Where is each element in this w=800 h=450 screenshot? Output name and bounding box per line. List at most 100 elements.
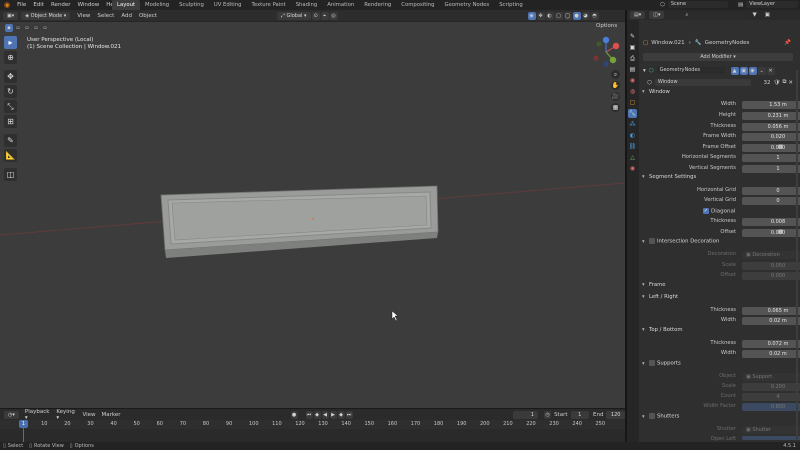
diagonal-checkbox[interactable]: ✓ Diagonal xyxy=(703,208,735,215)
view-menu-timeline[interactable]: View xyxy=(82,412,95,418)
tab-texture-paint[interactable]: Texture Paint xyxy=(247,0,291,10)
select-new-icon[interactable]: ▪ xyxy=(5,24,13,32)
tab-compositing[interactable]: Compositing xyxy=(396,0,439,10)
edit-mode-toggle-icon[interactable]: ▲ xyxy=(730,66,739,75)
scene-tab-icon[interactable]: ◉ xyxy=(628,76,637,85)
jump-end-icon[interactable]: ⏭ xyxy=(345,410,353,419)
next-key-icon[interactable]: ◆ xyxy=(337,410,345,419)
display-mode-icon[interactable]: ◫▾ xyxy=(649,11,665,19)
rendered-shading-icon[interactable]: ◓ xyxy=(590,11,599,20)
tab-uv-editing[interactable]: UV Editing xyxy=(209,0,247,10)
outliner-search-input[interactable]: ⌕ xyxy=(682,11,749,19)
tab-geometry-nodes[interactable]: Geometry Nodes xyxy=(440,0,495,10)
tab-animation[interactable]: Animation xyxy=(322,0,359,10)
collapse-icon[interactable]: ▾ xyxy=(643,68,646,74)
material-shading-icon[interactable]: ◕ xyxy=(581,11,590,20)
frame-offset-field[interactable]: 0.000 xyxy=(742,144,800,152)
pin-icon[interactable]: 📌 xyxy=(784,40,791,46)
attribute-toggle-icon[interactable]: ▦ xyxy=(778,144,783,150)
cursor-tool-icon[interactable]: ⊕ xyxy=(4,51,17,64)
scale-tool-icon[interactable]: ⤡ xyxy=(4,100,17,113)
tab-scripting[interactable]: Scripting xyxy=(494,0,528,10)
lr-width-field[interactable]: 0.02 m xyxy=(742,317,800,325)
node-group-name[interactable]: Window xyxy=(654,79,752,86)
jump-start-icon[interactable]: ⏮ xyxy=(305,410,313,419)
physics-tab-icon[interactable]: ◐ xyxy=(628,131,637,140)
material-tab-icon[interactable]: ◉ xyxy=(628,164,637,173)
seg-thickness-field[interactable]: 0.008 xyxy=(742,218,800,226)
decoration-field[interactable]: ▣ Decoration xyxy=(742,251,800,259)
rotate-tool-icon[interactable]: ↻ xyxy=(4,85,17,98)
outliner-editor-type-icon[interactable]: ▤▾ xyxy=(630,11,646,19)
hgrid-field[interactable]: 0 xyxy=(742,187,800,195)
select-menu[interactable]: Select xyxy=(97,13,114,19)
preview-range-icon[interactable]: ◷ xyxy=(544,410,552,419)
gizmo-icon[interactable]: ✥ xyxy=(536,11,545,20)
menu-file[interactable]: File xyxy=(17,2,26,8)
unlink-icon[interactable]: ✕ xyxy=(788,80,793,86)
modifier-name-field[interactable]: GeometryNodes xyxy=(656,67,725,74)
frame-width-field[interactable]: 0.020 xyxy=(742,133,800,141)
proportional-edit-icon[interactable]: ◎ xyxy=(329,11,338,20)
blender-logo-icon[interactable]: ◉ xyxy=(4,1,10,9)
add-modifier-button[interactable]: Add Modifier ▾ xyxy=(643,53,793,61)
node-group-users[interactable]: 32 xyxy=(753,80,770,86)
panel-intersection-decoration[interactable]: ▾ Intersection Decoration xyxy=(642,238,796,248)
timeline-editor-type-icon[interactable]: ◷▾ xyxy=(4,410,19,419)
current-frame-field[interactable]: 1 xyxy=(512,410,539,419)
height-field[interactable]: 0.231 m xyxy=(742,112,800,120)
menu-window[interactable]: Window xyxy=(78,2,100,8)
object-menu[interactable]: Object xyxy=(139,13,157,19)
visibility-icon[interactable]: ◉ xyxy=(527,11,536,20)
filter-icon[interactable]: ▼ xyxy=(752,12,756,18)
shutter-field[interactable]: ▣ Shutter xyxy=(742,426,800,434)
modifier-menu-icon[interactable]: ⌄ xyxy=(757,66,766,75)
panel-frame[interactable]: ▾ Frame xyxy=(642,282,796,292)
vgrid-field[interactable]: 0 xyxy=(742,197,800,205)
start-frame-field[interactable]: 1 xyxy=(570,410,589,419)
constraints-tab-icon[interactable]: ⛓ xyxy=(628,142,637,151)
width-factor-field[interactable]: 0.800 xyxy=(742,403,800,411)
fake-user-icon[interactable]: 🛡 xyxy=(773,80,780,86)
duplicate-icon[interactable]: ⧉ xyxy=(782,79,786,86)
solid-shading-icon[interactable]: ● xyxy=(572,11,581,20)
select-subtract-icon[interactable]: ▫ xyxy=(23,24,31,32)
vseg-field[interactable]: 1 xyxy=(742,165,800,173)
lr-thickness-field[interactable]: 0.065 m xyxy=(742,307,800,315)
shutters-checkbox[interactable] xyxy=(649,413,655,419)
playback-menu[interactable]: Playback ▾ xyxy=(25,409,50,421)
intersection-checkbox[interactable] xyxy=(649,238,655,244)
prev-key-icon[interactable]: ◆ xyxy=(313,410,321,419)
panel-shutters[interactable]: ▾ Shutters xyxy=(642,413,796,423)
support-object-field[interactable]: ▣ Support xyxy=(742,373,800,381)
3d-viewport[interactable] xyxy=(0,10,625,408)
navigation-gizmo[interactable] xyxy=(590,36,622,68)
camera-view-icon[interactable]: 🎥 xyxy=(611,92,620,101)
menu-edit[interactable]: Edit xyxy=(33,2,44,8)
new-collection-icon[interactable]: ▣ xyxy=(765,12,770,18)
open-left-field[interactable] xyxy=(742,436,800,440)
panel-left-right[interactable]: ▾ Left / Right xyxy=(642,294,796,304)
add-menu[interactable]: Add xyxy=(121,13,132,19)
overlay-icon[interactable]: ◐ xyxy=(545,11,554,20)
measure-tool-icon[interactable]: 📐 xyxy=(4,149,17,162)
hseg-field[interactable]: 1 xyxy=(742,154,800,162)
panel-top-bottom[interactable]: ▾ Top / Bottom xyxy=(642,327,796,337)
object-tab-icon[interactable]: ▢ xyxy=(628,98,637,107)
perspective-grid-icon[interactable]: ▦ xyxy=(611,103,620,112)
panel-window[interactable]: ▾ Window xyxy=(642,89,796,99)
wireframe-shading-icon[interactable]: ◯ xyxy=(563,11,572,20)
tab-modeling[interactable]: Modeling xyxy=(140,0,174,10)
play-reverse-icon[interactable]: ◀ xyxy=(321,410,329,419)
xray-icon[interactable]: ▢ xyxy=(554,11,563,20)
panel-supports[interactable]: ▾ Supports xyxy=(642,360,796,370)
select-extend-icon[interactable]: ▫ xyxy=(14,24,22,32)
record-icon[interactable]: ● xyxy=(290,410,298,419)
modifier-tab-icon[interactable]: 🔧 xyxy=(628,109,637,118)
world-tab-icon[interactable]: ◍ xyxy=(628,87,637,96)
width-field[interactable]: 1.53 m xyxy=(742,101,800,109)
properties-scrollbar[interactable] xyxy=(796,70,798,440)
timeline-ruler[interactable]: 1102030405060708090100110120130140150160… xyxy=(0,420,625,429)
play-icon[interactable]: ▶ xyxy=(329,410,337,419)
tab-layout[interactable]: Layout xyxy=(112,0,141,10)
